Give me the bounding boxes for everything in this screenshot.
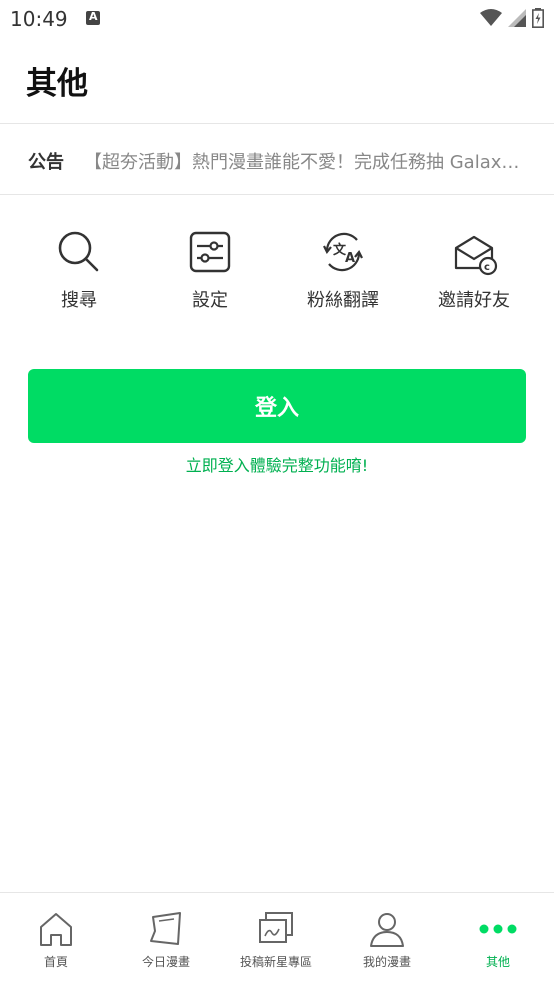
login-hint: 立即登入體驗完整功能唷! (185, 456, 369, 475)
signal-icon (508, 9, 526, 27)
svg-text:A: A (345, 251, 355, 266)
translate-icon: 文 A (323, 232, 363, 272)
login-button[interactable]: 登入 (28, 369, 526, 443)
nav-label-my-comics: 我的漫畫 (362, 955, 411, 969)
gallery-icon (259, 912, 293, 943)
nav-item-home[interactable]: 首頁 (1, 893, 111, 986)
status-icons (480, 8, 544, 28)
nav-item-my-comics[interactable]: 我的漫畫 (332, 893, 442, 986)
battery-icon (532, 8, 544, 28)
notice-label: 公告 (28, 152, 64, 173)
menu-label-translate: 粉絲翻譯 (307, 290, 379, 311)
bottom-nav: 首頁 今日漫畫 投稿新星專區 我的漫畫 其他 (0, 892, 554, 986)
comic-icon (150, 912, 181, 945)
status-bar: 10:49 (0, 0, 554, 38)
status-time: 10:49 (10, 7, 68, 31)
nav-label-more: 其他 (485, 955, 510, 969)
more-dots-icon (479, 924, 517, 934)
notice-text[interactable]: 【超夯活動】熱門漫畫誰能不愛！完成任務抽 Galaxy... (84, 148, 524, 174)
notification-a-icon (86, 10, 100, 25)
nav-label-today-comic: 今日漫畫 (141, 955, 190, 969)
quick-menu: 搜尋 設定 文 A 粉絲翻譯 c 邀請好友 (0, 228, 554, 318)
home-icon (40, 913, 72, 946)
nav-item-more[interactable]: 其他 (443, 893, 553, 986)
nav-label-new-star: 投稿新星專區 (239, 955, 312, 969)
menu-item-translate[interactable]: 文 A 粉絲翻譯 (283, 228, 403, 312)
page-title: 其他 (26, 66, 88, 102)
menu-label-search: 搜尋 (61, 290, 97, 311)
settings-sliders-icon (189, 231, 231, 273)
nav-item-new-star[interactable]: 投稿新星專區 (221, 893, 331, 986)
svg-text:c: c (484, 262, 490, 273)
user-icon (370, 913, 404, 947)
notice-bar[interactable]: 公告 【超夯活動】熱門漫畫誰能不愛！完成任務抽 Galaxy... (0, 123, 554, 195)
nav-label-home: 首頁 (43, 955, 68, 969)
menu-item-search[interactable]: 搜尋 (19, 228, 139, 312)
nav-item-today-comic[interactable]: 今日漫畫 (111, 893, 221, 986)
menu-label-settings: 設定 (192, 290, 228, 311)
search-icon (58, 231, 99, 272)
menu-item-invite[interactable]: c 邀請好友 (414, 228, 534, 312)
wifi-icon (480, 9, 502, 26)
menu-item-settings[interactable]: 設定 (150, 228, 270, 312)
menu-label-invite: 邀請好友 (438, 290, 510, 311)
invite-mail-icon: c (454, 235, 498, 276)
